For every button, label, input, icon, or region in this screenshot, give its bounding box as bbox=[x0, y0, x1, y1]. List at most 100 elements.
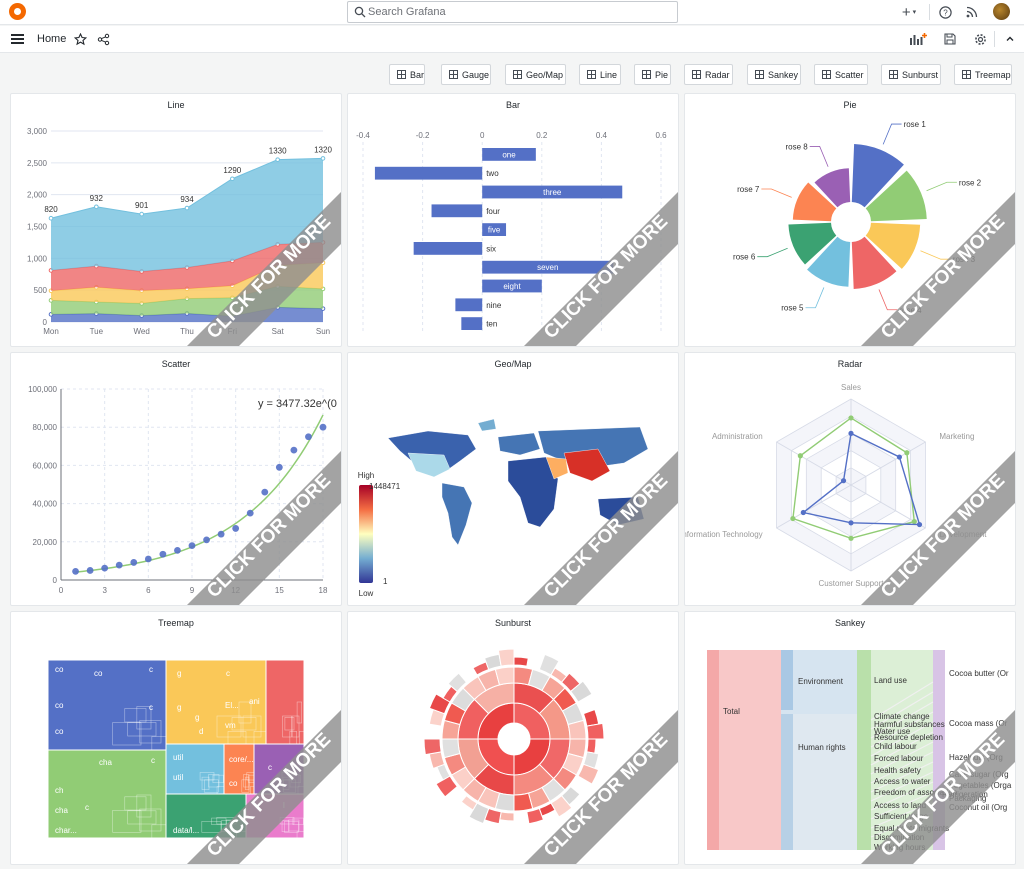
sunburst-ring-4 bbox=[423, 738, 442, 756]
radar-chart: Sales Marketing Development Customer Suppor… bbox=[685, 383, 987, 588]
treemap-label: cha bbox=[99, 758, 112, 767]
treemap-panel[interactable]: Treemap co co c co c co g c g El... g vm d ani cha c uti… bbox=[10, 611, 342, 865]
label-line bbox=[757, 247, 788, 258]
sunburst-ring-4 bbox=[499, 811, 515, 822]
pie-panel[interactable]: Pie rose 1 rose 2 rose 3 rose 4 rose 5 rose 6… bbox=[684, 93, 1016, 347]
radar-panel[interactable]: Radar Sales Marketing Development Customer … bbox=[684, 352, 1016, 606]
search-placeholder: Search Grafana bbox=[368, 6, 446, 18]
sunburst-panel[interactable]: Sunburst CLICK FOR MORE bbox=[347, 611, 679, 865]
data-point bbox=[48, 215, 54, 221]
radar-button[interactable]: Radar bbox=[684, 64, 733, 85]
bar bbox=[413, 242, 483, 255]
sunburst-button[interactable]: Sunburst bbox=[881, 64, 941, 85]
menu-icon[interactable] bbox=[11, 34, 24, 44]
treemap-label: g bbox=[177, 669, 181, 678]
scatter-point bbox=[144, 555, 152, 563]
gear-icon[interactable] bbox=[972, 31, 988, 47]
slice-label: rose 5 bbox=[781, 304, 804, 313]
new-dropdown-button[interactable]: + ▾ bbox=[897, 4, 921, 21]
x-tick-label: Mon bbox=[43, 327, 59, 336]
x-tick-label: 0.4 bbox=[596, 131, 608, 140]
x-tick-label: 15 bbox=[275, 586, 284, 595]
radar-point bbox=[797, 453, 803, 459]
pie-button[interactable]: Pie bbox=[634, 64, 671, 85]
scatter-point bbox=[101, 564, 109, 572]
treemap-label: El... bbox=[225, 701, 239, 710]
scatter-chart: 0 20,000 40,000 60,000 80,000 100,000 0 3 6 9 12 15… bbox=[28, 385, 337, 595]
treemap-label: core/... bbox=[229, 755, 253, 764]
save-icon[interactable] bbox=[942, 31, 958, 47]
button-label: Sankey bbox=[768, 69, 799, 80]
treemap-label: ani bbox=[249, 697, 260, 706]
gauge-button[interactable]: Gauge bbox=[441, 64, 491, 85]
y-tick-label: 60,000 bbox=[33, 461, 58, 470]
line-button[interactable]: Line bbox=[579, 64, 621, 85]
geo-map-panel[interactable]: Geo/Map High Low 1448471 1 CLICK FOR MORE bbox=[347, 352, 679, 606]
treemap-block bbox=[165, 743, 225, 795]
grafana-logo-icon[interactable] bbox=[9, 3, 26, 20]
bar bbox=[455, 298, 483, 312]
pie-chart: rose 1 rose 2 rose 3 rose 4 rose 5 rose 6 rose… bbox=[733, 120, 982, 315]
y-tick-label: 0 bbox=[53, 576, 58, 585]
y-tick-label: 2,000 bbox=[27, 191, 48, 200]
data-point bbox=[94, 204, 99, 210]
visual-map-low-label: Low bbox=[359, 589, 374, 598]
treemap-label: g bbox=[195, 713, 199, 722]
geo-map-button[interactable]: Geo/Map bbox=[505, 64, 566, 85]
scatter-button[interactable]: Scatter bbox=[814, 64, 868, 85]
x-tick-label: Sat bbox=[272, 327, 285, 336]
line-panel[interactable]: Line 0 500 1,000 1,500 2,000 2,500 3,000 Mon Tue… bbox=[10, 93, 342, 347]
sunburst-ring-4 bbox=[586, 722, 605, 740]
x-tick-label: -0.2 bbox=[416, 131, 430, 140]
treemap-label: d bbox=[199, 727, 203, 736]
treemap-label: c bbox=[226, 669, 230, 678]
map-region bbox=[497, 432, 541, 456]
scatter-point bbox=[275, 463, 283, 471]
slice-label: rose 6 bbox=[733, 253, 756, 262]
scatter-point bbox=[217, 530, 225, 538]
breadcrumb-home[interactable]: Home bbox=[37, 33, 66, 45]
label-line bbox=[805, 287, 825, 309]
chevron-up-icon[interactable] bbox=[1002, 31, 1018, 47]
radar-point bbox=[911, 518, 917, 525]
grid-icon bbox=[889, 70, 898, 79]
treemap-label: c bbox=[85, 803, 89, 812]
star-icon[interactable] bbox=[72, 31, 88, 47]
sankey-panel[interactable]: Sankey Total Environment Human rights Land … bbox=[684, 611, 1016, 865]
sankey-button[interactable]: Sankey bbox=[747, 64, 801, 85]
share-icon[interactable] bbox=[95, 31, 111, 47]
y-tick-label: 80,000 bbox=[33, 423, 58, 432]
bar-panel[interactable]: Bar -0.4 -0.2 0 0.2 0.4 0.6 one two three four fiv… bbox=[347, 93, 679, 347]
treemap-block bbox=[245, 793, 305, 839]
add-panel-icon[interactable] bbox=[908, 31, 928, 47]
sankey-node-label: Working hours bbox=[874, 843, 925, 852]
sunburst-ring-4 bbox=[586, 738, 597, 754]
slice-label: rose 8 bbox=[785, 142, 808, 151]
button-label: Pie bbox=[655, 69, 669, 80]
divider bbox=[929, 4, 930, 20]
scatter-panel[interactable]: Scatter 0 20,000 40,000 60,000 80,000 100,000… bbox=[10, 352, 342, 606]
divider bbox=[994, 31, 995, 47]
button-label: Bar bbox=[409, 69, 424, 80]
bar-label: five bbox=[488, 226, 501, 235]
radar-point bbox=[848, 535, 854, 541]
rss-icon[interactable] bbox=[964, 4, 980, 20]
label-line bbox=[920, 250, 951, 260]
avatar[interactable] bbox=[993, 3, 1010, 20]
x-tick-label: 0 bbox=[480, 131, 485, 140]
label-line bbox=[809, 146, 829, 167]
data-point bbox=[275, 157, 280, 162]
x-tick-label: 12 bbox=[231, 586, 240, 595]
scatter-point bbox=[232, 525, 240, 532]
bar-button[interactable]: Bar bbox=[389, 64, 425, 85]
search-input[interactable]: Search Grafana bbox=[347, 1, 678, 23]
treemap-button[interactable]: Treemap bbox=[954, 64, 1012, 85]
help-icon[interactable]: ? bbox=[937, 4, 953, 20]
nav-bar: Home bbox=[0, 26, 1024, 53]
sankey-chart: TotalEnvironmentHuman rightsLand useClim… bbox=[707, 650, 1012, 852]
button-label: Scatter bbox=[835, 69, 864, 80]
radar-indicator-label: Development bbox=[939, 530, 987, 539]
treemap-label: g bbox=[177, 703, 181, 712]
scatter-point bbox=[290, 446, 298, 454]
bar bbox=[461, 317, 483, 330]
